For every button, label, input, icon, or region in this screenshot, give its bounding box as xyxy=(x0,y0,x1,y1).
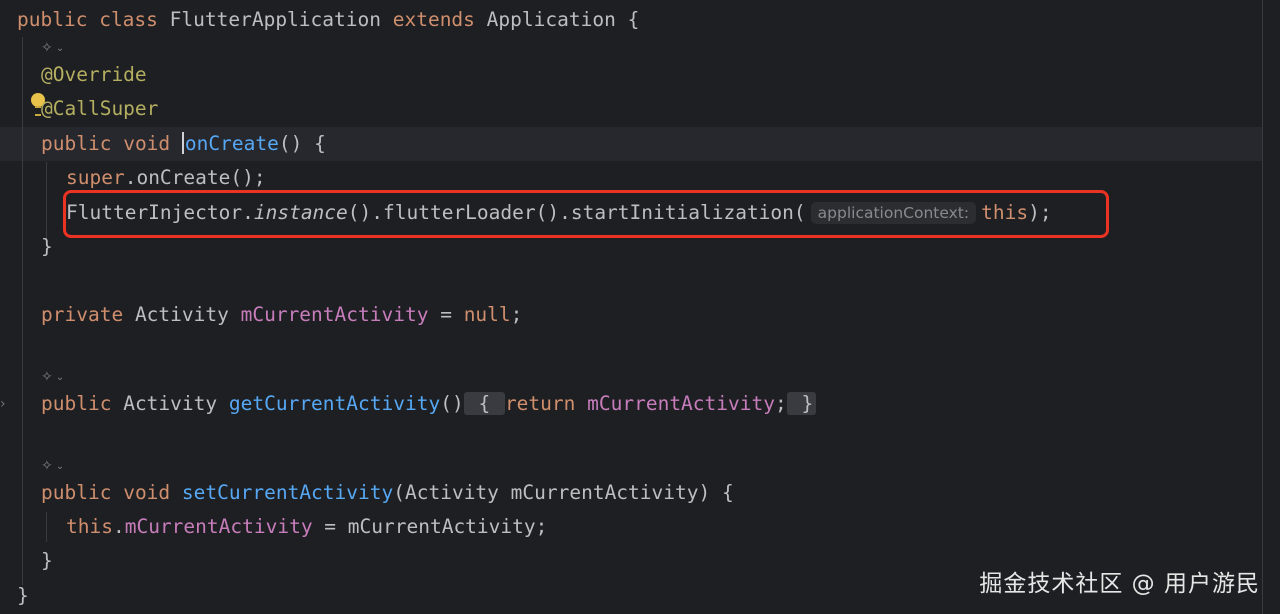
semicolon: ; xyxy=(510,303,523,326)
keyword: public xyxy=(41,392,112,415)
method-call: onCreate xyxy=(136,166,231,189)
indent-guide xyxy=(22,37,23,585)
type-name: Activity xyxy=(123,392,218,415)
method-params: (Activity mCurrentActivity) { xyxy=(393,481,734,504)
brace: { xyxy=(478,392,491,415)
keyword: private xyxy=(41,303,124,326)
keyword: public xyxy=(41,481,112,504)
chevron-down-icon: ⌄ xyxy=(55,372,65,383)
keyword: super xyxy=(66,166,125,189)
watermark: 掘金技术社区 @ 用户游民 xyxy=(979,571,1260,597)
method-name: setCurrentActivity xyxy=(181,481,394,504)
class-name: FlutterApplication xyxy=(169,8,381,31)
keyword: public xyxy=(41,132,112,155)
code-line-class-close[interactable]: } xyxy=(17,579,29,613)
code-line-annotation-override[interactable]: @Override xyxy=(41,58,147,92)
keyword: class xyxy=(99,8,158,31)
chevron-down-icon: ⌄ xyxy=(55,461,65,472)
code-line-getter[interactable]: public Activity getCurrentActivity() { r… xyxy=(41,387,817,421)
code-line-class-declaration[interactable]: public class FlutterApplication extends … xyxy=(17,3,639,37)
highlight-box xyxy=(63,190,1109,238)
fold-arrow-icon[interactable]: › xyxy=(0,396,6,412)
call-rest: (); xyxy=(230,166,266,189)
method-name: onCreate xyxy=(184,132,279,155)
keyword: void xyxy=(123,132,171,155)
parent-class-name: Application xyxy=(486,8,616,31)
ai-sparkle-icon[interactable]: ✧ ⌄ xyxy=(41,367,64,387)
brace: } xyxy=(801,392,814,415)
code-line-close-brace[interactable]: } xyxy=(41,230,53,264)
code-editor[interactable]: public class FlutterApplication extends … xyxy=(0,0,1280,614)
method-signature-rest: () { xyxy=(278,132,326,155)
folded-region-open[interactable]: { xyxy=(463,392,505,415)
keyword: public xyxy=(17,8,88,31)
ai-sparkle-icon[interactable]: ✧ ⌄ xyxy=(41,456,64,476)
keyword: this xyxy=(66,515,113,538)
field-name: mCurrentActivity xyxy=(124,515,313,538)
code-line-oncreate-declaration[interactable]: public void onCreate() { xyxy=(41,127,326,161)
code-line-setter-declaration[interactable]: public void setCurrentActivity(Activity … xyxy=(41,476,734,510)
parens: () xyxy=(440,392,464,415)
keyword: void xyxy=(123,481,171,504)
dot: . xyxy=(124,166,137,189)
code-line-annotation-callsuper[interactable]: @CallSuper xyxy=(41,92,158,126)
keyword: return xyxy=(504,392,576,415)
keyword: null xyxy=(463,303,511,326)
text-caret xyxy=(181,132,184,154)
code-line-field-declaration[interactable]: private Activity mCurrentActivity = null… xyxy=(41,298,522,332)
type-name: Activity xyxy=(134,303,229,326)
chevron-down-icon: ⌄ xyxy=(55,43,65,54)
dot: . xyxy=(112,515,125,538)
folded-region-close[interactable]: } xyxy=(786,392,817,415)
ai-sparkle-icon[interactable]: ✧ ⌄ xyxy=(41,38,64,58)
keyword: extends xyxy=(392,8,475,31)
right-margin-guide xyxy=(1262,0,1263,614)
semicolon: ; xyxy=(774,392,787,415)
assignment-rest: = mCurrentActivity; xyxy=(312,515,548,538)
code-line-close-brace[interactable]: } xyxy=(41,544,53,578)
operator: = xyxy=(428,303,464,326)
field-name: mCurrentActivity xyxy=(240,303,429,326)
indent-guide xyxy=(46,162,47,238)
brace: { xyxy=(627,8,640,31)
method-name: getCurrentActivity xyxy=(228,392,441,415)
indent-guide xyxy=(46,512,47,542)
field-name: mCurrentActivity xyxy=(587,392,775,415)
code-line-setter-body[interactable]: this.mCurrentActivity = mCurrentActivity… xyxy=(66,510,547,544)
